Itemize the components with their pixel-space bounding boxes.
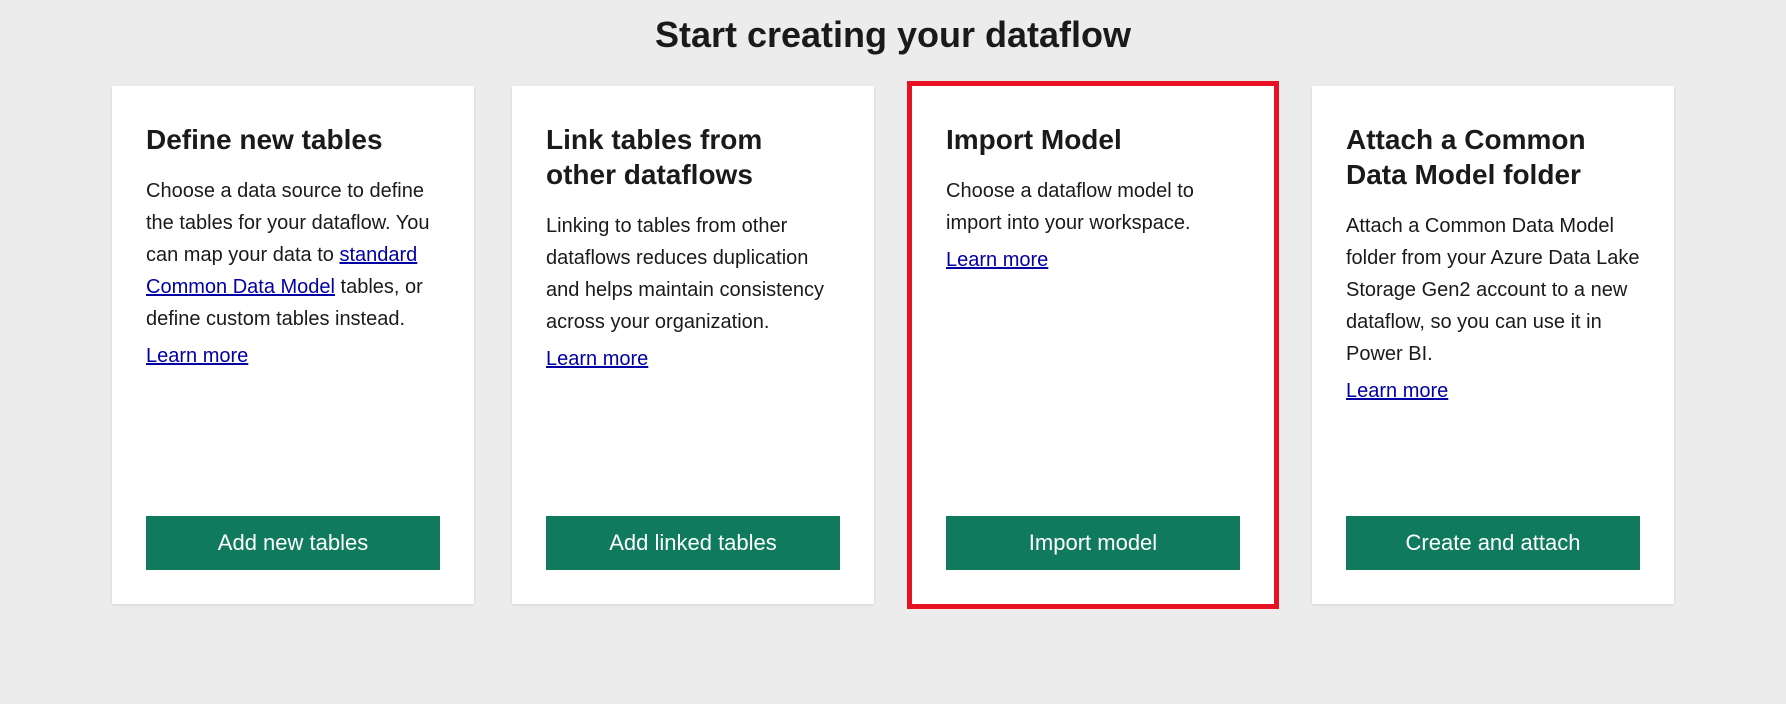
learn-more-link[interactable]: Learn more — [546, 348, 648, 371]
card-title: Define new tables — [146, 122, 440, 157]
page-title: Start creating your dataflow — [0, 0, 1786, 66]
card-title: Link tables from other dataflows — [546, 122, 840, 192]
import-model-button[interactable]: Import model — [946, 516, 1240, 570]
card-description: Attach a Common Data Model folder from y… — [1346, 210, 1640, 370]
create-and-attach-button[interactable]: Create and attach — [1346, 516, 1640, 570]
cards-container: Define new tables Choose a data source t… — [0, 66, 1786, 624]
learn-more-link[interactable]: Learn more — [1346, 380, 1448, 403]
card-description: Choose a data source to define the table… — [146, 175, 440, 335]
card-title: Import Model — [946, 122, 1240, 157]
card-attach-cdm-folder: Attach a Common Data Model folder Attach… — [1312, 86, 1674, 604]
learn-more-link[interactable]: Learn more — [946, 249, 1048, 272]
learn-more-link[interactable]: Learn more — [146, 345, 248, 368]
card-description: Linking to tables from other dataflows r… — [546, 210, 840, 338]
add-linked-tables-button[interactable]: Add linked tables — [546, 516, 840, 570]
card-define-new-tables: Define new tables Choose a data source t… — [112, 86, 474, 604]
add-new-tables-button[interactable]: Add new tables — [146, 516, 440, 570]
card-import-model: Import Model Choose a dataflow model to … — [912, 86, 1274, 604]
card-description: Choose a dataflow model to import into y… — [946, 175, 1240, 239]
card-link-tables: Link tables from other dataflows Linking… — [512, 86, 874, 604]
card-title: Attach a Common Data Model folder — [1346, 122, 1640, 192]
